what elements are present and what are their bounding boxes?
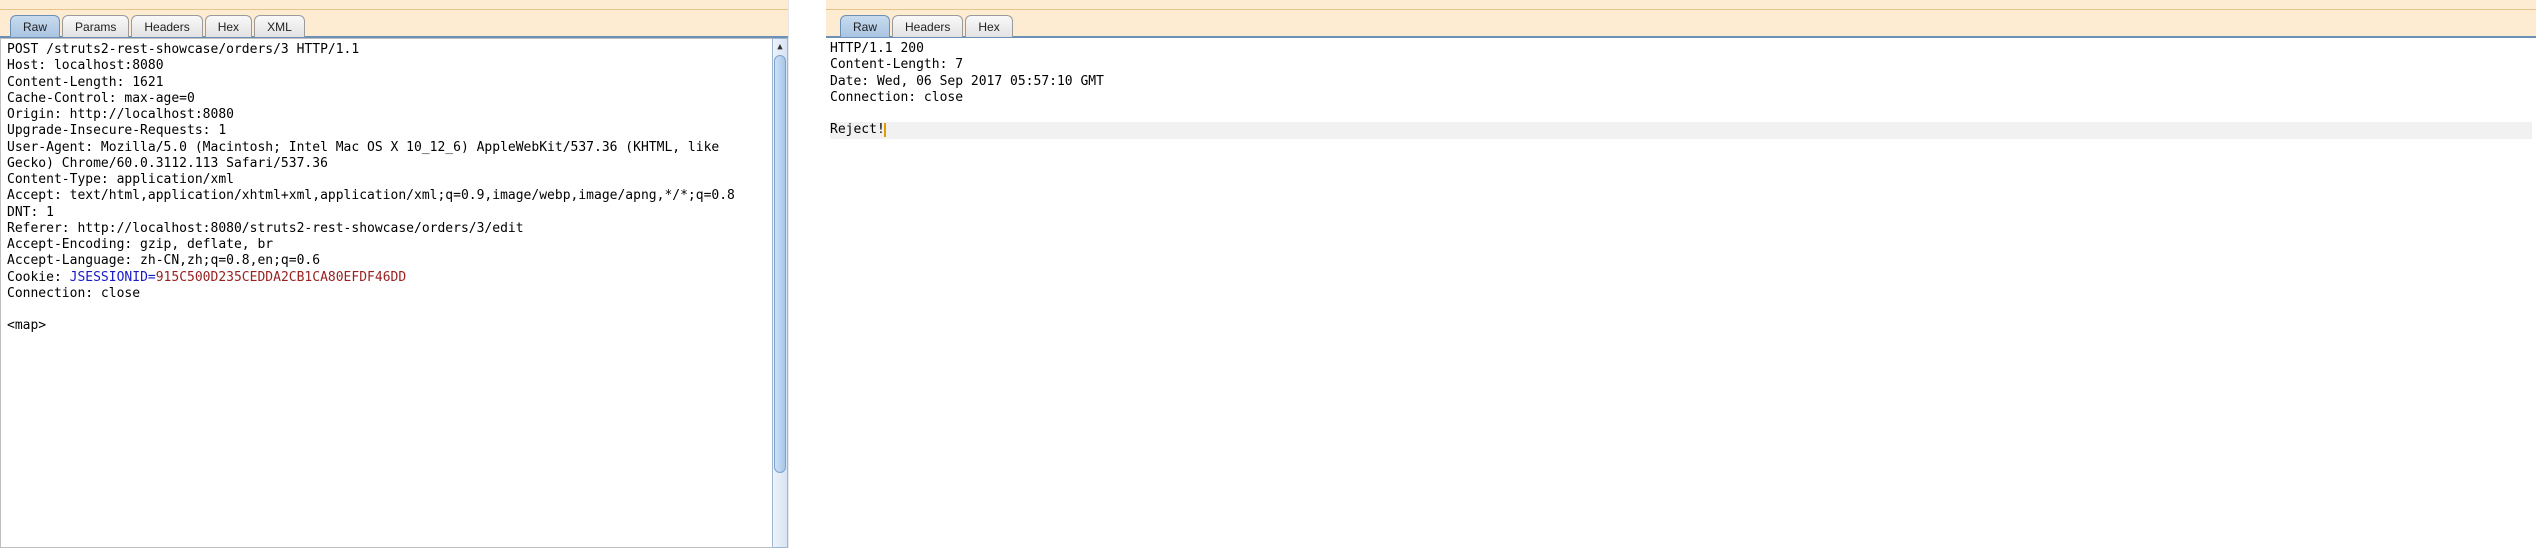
request-top-strip xyxy=(0,0,788,10)
response-panel: Raw Headers Hex HTTP/1.1 200 Content-Len… xyxy=(826,0,2536,548)
scroll-up-icon[interactable]: ▲ xyxy=(773,39,787,55)
request-panel: Raw Params Headers Hex XML POST /struts2… xyxy=(0,0,788,548)
response-tab-raw[interactable]: Raw xyxy=(840,15,890,37)
request-raw-content[interactable]: POST /struts2-rest-showcase/orders/3 HTT… xyxy=(0,38,772,548)
response-raw-content[interactable]: HTTP/1.1 200 Content-Length: 7 Date: Wed… xyxy=(826,38,2536,548)
request-scrollbar[interactable]: ▲ xyxy=(772,38,788,548)
request-content-wrap: POST /struts2-rest-showcase/orders/3 HTT… xyxy=(0,38,788,548)
scroll-thumb[interactable] xyxy=(774,55,786,473)
response-tab-hex[interactable]: Hex xyxy=(965,15,1012,37)
panel-divider[interactable] xyxy=(788,0,826,548)
request-tab-params[interactable]: Params xyxy=(62,15,129,37)
scroll-track[interactable] xyxy=(773,55,787,547)
response-tab-headers[interactable]: Headers xyxy=(892,15,963,37)
request-tab-xml[interactable]: XML xyxy=(254,15,305,37)
request-tab-raw[interactable]: Raw xyxy=(10,15,60,37)
request-tab-hex[interactable]: Hex xyxy=(205,15,252,37)
response-content-wrap: HTTP/1.1 200 Content-Length: 7 Date: Wed… xyxy=(826,38,2536,548)
response-tabs: Raw Headers Hex xyxy=(826,10,2536,38)
request-tabs: Raw Params Headers Hex XML xyxy=(0,10,788,38)
request-tab-headers[interactable]: Headers xyxy=(131,15,202,37)
response-top-strip xyxy=(826,0,2536,10)
